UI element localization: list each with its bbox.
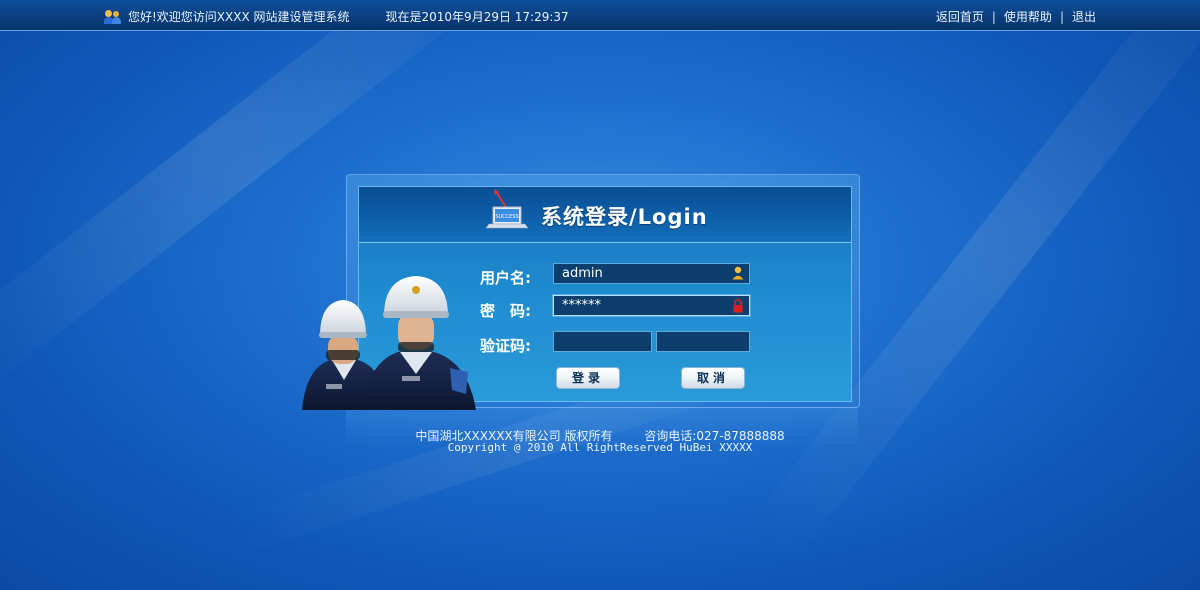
login-header: SUCCESS 系统登录/Login [359, 187, 851, 243]
top-bar: 您好!欢迎您访问XXXX 网站建设管理系统 现在是2010年9月29日 17:2… [0, 0, 1200, 31]
login-button[interactable]: 登录 [556, 367, 620, 389]
users-icon [104, 9, 122, 24]
cancel-button[interactable]: 取消 [681, 367, 745, 389]
username-input[interactable] [553, 263, 750, 284]
current-time: 现在是2010年9月29日 17:29:37 [385, 10, 569, 24]
captcha-input[interactable] [553, 331, 652, 352]
police-officers-illustration [302, 276, 476, 410]
link-separator: | [1059, 9, 1064, 24]
welcome-text: 您好!欢迎您访问XXXX 网站建设管理系统 [128, 10, 350, 24]
captcha-image[interactable] [656, 331, 750, 352]
password-input[interactable] [553, 295, 750, 316]
laptop-success-text: SUCCESS [495, 214, 518, 220]
footer-copyright: Copyright @ 2010 All RightReserved HuBei… [447, 441, 753, 454]
link-separator: | [991, 9, 996, 24]
home-link[interactable]: 返回首页 [936, 8, 984, 25]
help-link[interactable]: 使用帮助 [1004, 8, 1052, 25]
user-icon [732, 266, 744, 280]
top-links: 返回首页 | 使用帮助 | 退出 [936, 8, 1096, 25]
lock-icon [733, 299, 743, 313]
login-title: 系统登录/Login [541, 205, 708, 229]
laptop-success-icon: SUCCESS [486, 189, 528, 229]
logout-link[interactable]: 退出 [1072, 8, 1096, 25]
welcome-area: 您好!欢迎您访问XXXX 网站建设管理系统 现在是2010年9月29日 17:2… [104, 8, 569, 25]
